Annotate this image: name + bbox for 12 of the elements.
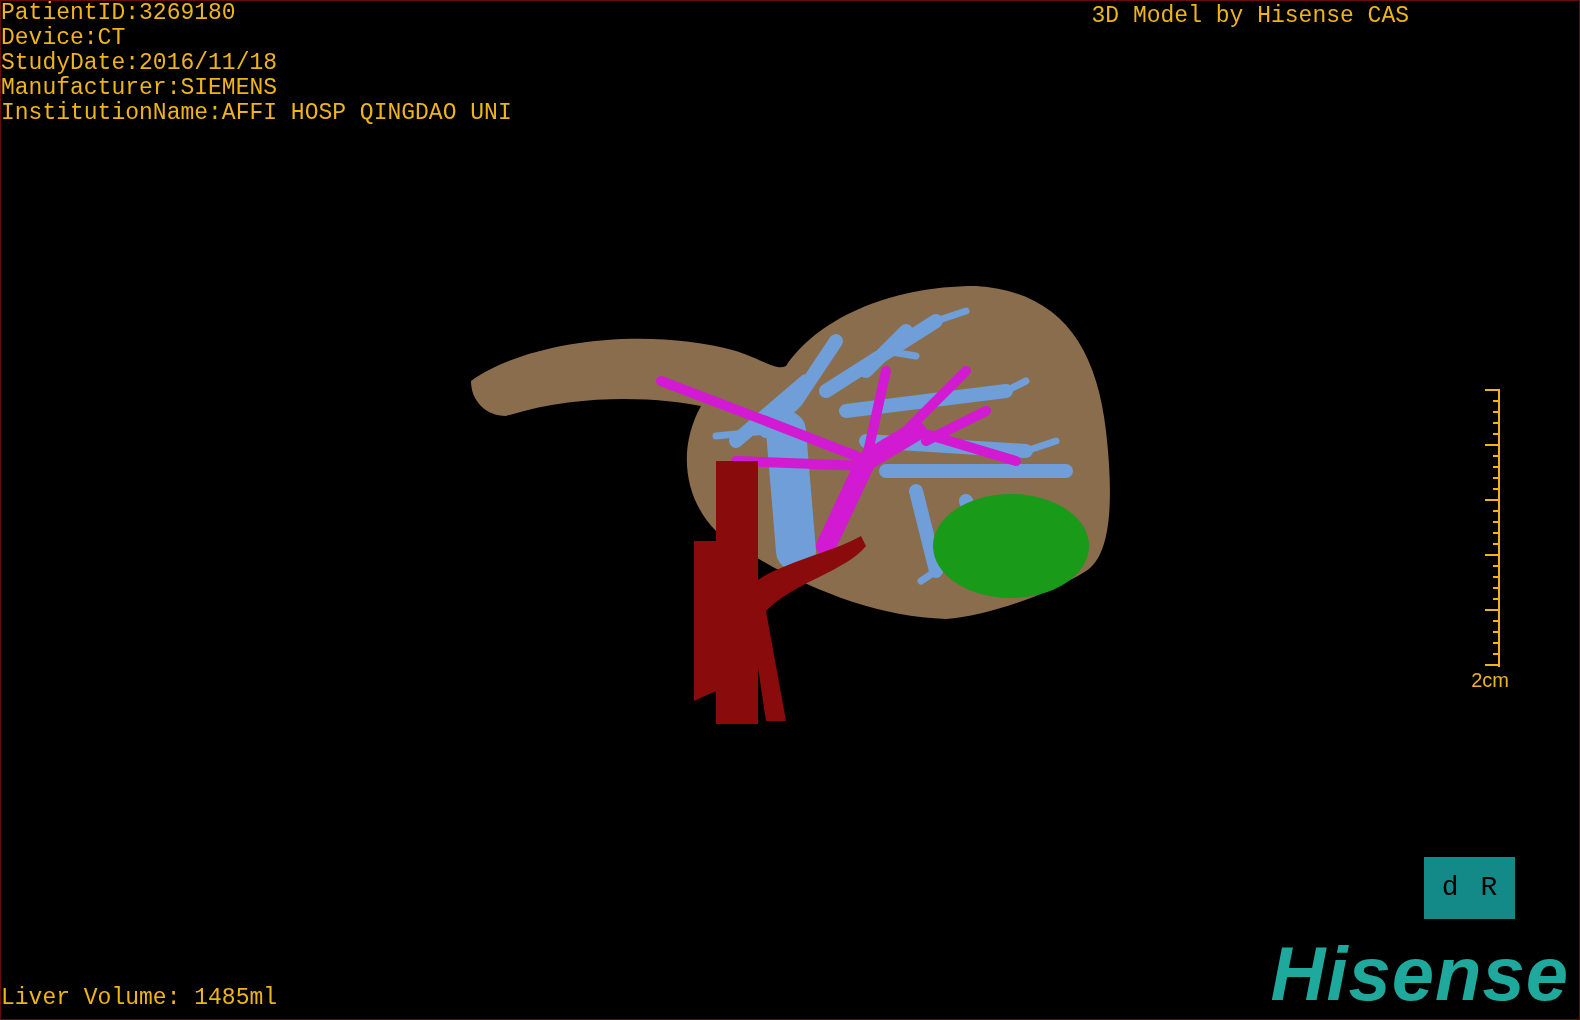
patient-info-text: InstitutionName:AFFI HOSP QINGDAO UNI bbox=[1, 101, 512, 126]
brand-logo: Hisense bbox=[1270, 939, 1569, 1009]
orientation-cube[interactable]: d R bbox=[1424, 857, 1515, 919]
viewer-title: 3D Model by Hisense CAS bbox=[1091, 2, 1409, 31]
liver-volume-text: Liver Volume: 1485ml bbox=[1, 985, 278, 1011]
orientation-letter: R bbox=[1480, 873, 1498, 903]
scale-label: 2cm bbox=[1471, 668, 1509, 692]
patient-info-text: StudyDate:2016/11/18 bbox=[1, 51, 279, 76]
patient-info-text: Manufacturer:SIEMENS bbox=[1, 76, 279, 101]
patient-info-text: PatientID:3269180 bbox=[1, 1, 237, 26]
orientation-letter: d bbox=[1441, 873, 1459, 903]
patient-info-text: Device:CT bbox=[1, 26, 127, 51]
